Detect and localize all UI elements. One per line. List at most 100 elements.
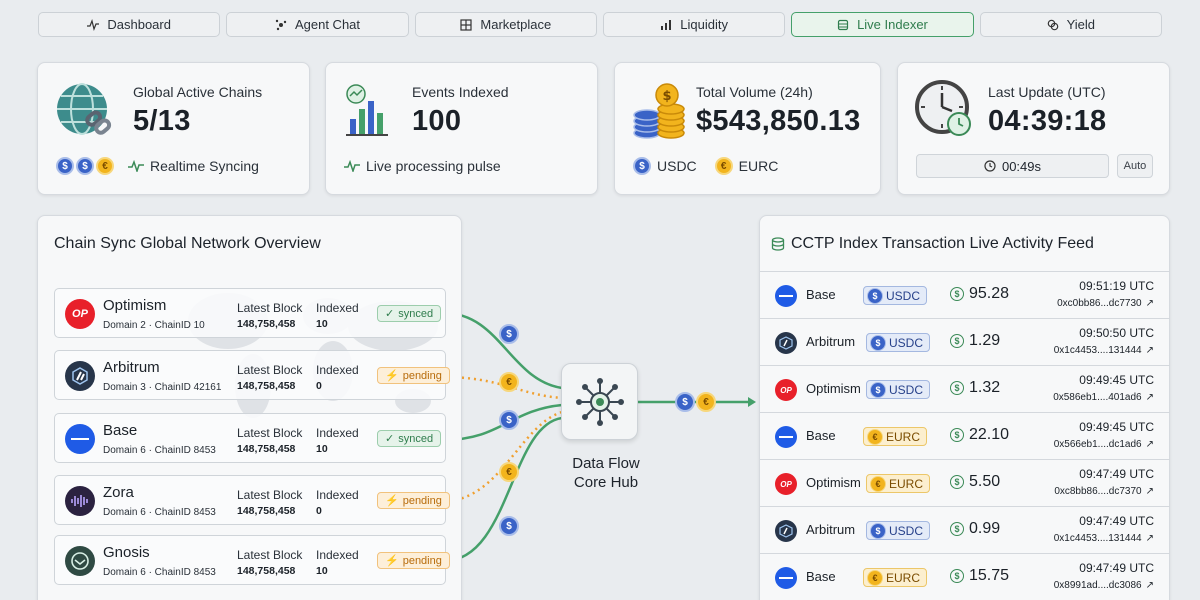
- token-label: EURC: [886, 429, 921, 444]
- indexed-label: Indexed: [316, 301, 359, 315]
- feed-hash[interactable]: 0x586eb1....401ad6 ↗: [1053, 392, 1154, 403]
- token-badge: € EURC: [866, 474, 931, 493]
- indexed-label: Indexed: [316, 426, 359, 440]
- token-badge: $ USDC: [866, 380, 931, 399]
- status-badge: ✓ synced: [377, 430, 442, 447]
- external-link-icon[interactable]: ↗: [1146, 439, 1154, 450]
- feed-hash[interactable]: 0x1c4453....131444 ↗: [1054, 533, 1154, 544]
- feed-chain-name: Base: [806, 428, 836, 443]
- feed-row[interactable]: Base $ USDC $95.28 09:51:19 UTC 0xc0bb86.…: [760, 271, 1170, 318]
- external-link-icon[interactable]: ↗: [1146, 345, 1154, 356]
- zora-logo-icon: [65, 486, 95, 516]
- token-badge: $ USDC: [866, 521, 931, 540]
- eurc-flow-coin-icon: €: [499, 372, 519, 392]
- dollar-icon: $: [950, 569, 964, 583]
- feed-row[interactable]: Arbitrum $ USDC $0.99 09:47:49 UTC 0x1c44…: [760, 506, 1170, 553]
- latest-block-label: Latest Block: [237, 363, 303, 377]
- network-hub-icon: [576, 378, 624, 426]
- dollar-icon: $: [950, 287, 964, 301]
- token-badge: € EURC: [863, 427, 928, 446]
- indexed-value: 10: [316, 443, 328, 455]
- eurc-coin-icon: €: [867, 428, 883, 445]
- network-overview-panel: Chain Sync Global Network Overview OP Op…: [37, 215, 462, 600]
- status-badge: ⚡ pending: [377, 492, 450, 509]
- hash-value: 0x8991ad....dc3086: [1053, 580, 1142, 591]
- optimism-logo-icon: OP: [65, 299, 95, 329]
- chain-domain: Domain 6 · ChainID 8453: [103, 445, 216, 456]
- status-text: synced: [398, 432, 434, 445]
- chain-row-optimism[interactable]: OP Optimism Domain 2 · ChainID 10 Latest…: [54, 288, 446, 338]
- feed-hash[interactable]: 0xc0bb86...dc7730 ↗: [1057, 298, 1154, 309]
- chain-row-base[interactable]: Base Domain 6 · ChainID 8453 Latest Bloc…: [54, 413, 446, 463]
- dollar-icon: $: [950, 428, 964, 442]
- amount-value: 1.32: [969, 379, 1001, 396]
- base-logo-icon: [775, 285, 797, 307]
- chain-name: Gnosis: [103, 544, 150, 561]
- token-badge: $ USDC: [866, 333, 931, 352]
- arbitrum-logo-icon: [775, 332, 797, 354]
- feed-amount: $1.29: [950, 332, 1000, 350]
- usdc-coin-icon: $: [870, 522, 886, 539]
- feed-amount: $5.50: [950, 473, 1000, 491]
- external-link-icon[interactable]: ↗: [1146, 580, 1154, 591]
- activity-feed-panel: CCTP Index Transaction Live Activity Fee…: [759, 215, 1170, 600]
- external-link-icon[interactable]: ↗: [1146, 486, 1154, 497]
- latest-block-value: 148,758,458: [237, 380, 296, 392]
- token-badge: $ USDC: [863, 286, 928, 305]
- feed-hash[interactable]: 0x566eb1....dc1ad6 ↗: [1054, 439, 1154, 450]
- chain-name: Zora: [103, 484, 134, 501]
- external-link-icon[interactable]: ↗: [1146, 392, 1154, 403]
- arbitrum-logo-icon: [775, 520, 797, 542]
- usdc-coin-icon: $: [870, 334, 886, 351]
- feed-row[interactable]: Arbitrum $ USDC $1.29 09:50:50 UTC 0x1c44…: [760, 318, 1170, 365]
- feed-time: 09:47:49 UTC: [1079, 514, 1154, 528]
- indexed-value: 10: [316, 318, 328, 330]
- amount-value: 5.50: [969, 473, 1001, 490]
- token-label: USDC: [889, 523, 924, 538]
- hash-value: 0x566eb1....dc1ad6: [1053, 439, 1142, 450]
- token-label: USDC: [889, 335, 924, 350]
- base-logo-icon: [65, 424, 95, 454]
- indexed-value: 0: [316, 505, 322, 517]
- hash-value: 0xc8bb86....dc7370: [1054, 486, 1142, 497]
- amount-value: 15.75: [969, 567, 1010, 584]
- feed-row[interactable]: OP Optimism $ USDC $1.32 09:49:45 UTC 0x5…: [760, 365, 1170, 412]
- token-label: EURC: [886, 570, 921, 585]
- chain-row-zora[interactable]: Zora Domain 6 · ChainID 8453 Latest Bloc…: [54, 475, 450, 525]
- feed-row[interactable]: Base € EURC $15.75 09:47:49 UTC 0x8991ad.…: [760, 553, 1170, 600]
- hash-value: 0x586eb1....401ad6: [1053, 392, 1142, 403]
- feed-hash[interactable]: 0xc8bb86....dc7370 ↗: [1054, 486, 1154, 497]
- external-link-icon[interactable]: ↗: [1146, 533, 1154, 544]
- feed-chain-name: Base: [806, 287, 836, 302]
- feed-hash[interactable]: 0x1c4453....131444 ↗: [1054, 345, 1154, 356]
- chain-domain: Domain 6 · ChainID 8453: [103, 507, 216, 518]
- feed-chain-name: Arbitrum: [806, 334, 856, 349]
- external-link-icon[interactable]: ↗: [1146, 298, 1154, 309]
- feed-hash[interactable]: 0x8991ad....dc3086 ↗: [1054, 580, 1154, 591]
- feed-row[interactable]: OP Optimism € EURC $5.50 09:47:49 UTC 0xc…: [760, 459, 1170, 506]
- chain-row-arbitrum[interactable]: Arbitrum Domain 3 · ChainID 42161 Latest…: [54, 350, 450, 400]
- latest-block-label: Latest Block: [237, 301, 303, 315]
- feed-chain-name: Optimism: [806, 475, 861, 490]
- eurc-coin-icon: €: [867, 569, 883, 586]
- token-label: EURC: [889, 476, 924, 491]
- bolt-icon: ⚡: [385, 495, 399, 507]
- indexed-value: 0: [316, 380, 322, 392]
- status-badge: ⚡ pending: [377, 367, 450, 384]
- latest-block-value: 148,758,458: [237, 505, 296, 517]
- indexed-value: 10: [316, 565, 328, 577]
- amount-value: 1.29: [969, 332, 1001, 349]
- token-label: USDC: [889, 382, 924, 397]
- usdc-coin-icon: $: [867, 287, 883, 304]
- chain-domain: Domain 2 · ChainID 10: [103, 320, 205, 331]
- feed-row[interactable]: Base € EURC $22.10 09:49:45 UTC 0x566eb1.…: [760, 412, 1170, 459]
- feed-amount: $0.99: [950, 520, 1000, 538]
- feed-amount: $22.10: [950, 426, 1009, 444]
- chain-row-gnosis[interactable]: Gnosis Domain 6 · ChainID 8453 Latest Bl…: [54, 535, 450, 585]
- latest-block-value: 148,758,458: [237, 318, 296, 330]
- hash-value: 0x1c4453....131444: [1053, 345, 1142, 356]
- base-logo-icon: [775, 567, 797, 589]
- eurc-coin-icon: €: [870, 475, 886, 492]
- feed-chain-name: Base: [806, 569, 836, 584]
- latest-block-value: 148,758,458: [237, 443, 296, 455]
